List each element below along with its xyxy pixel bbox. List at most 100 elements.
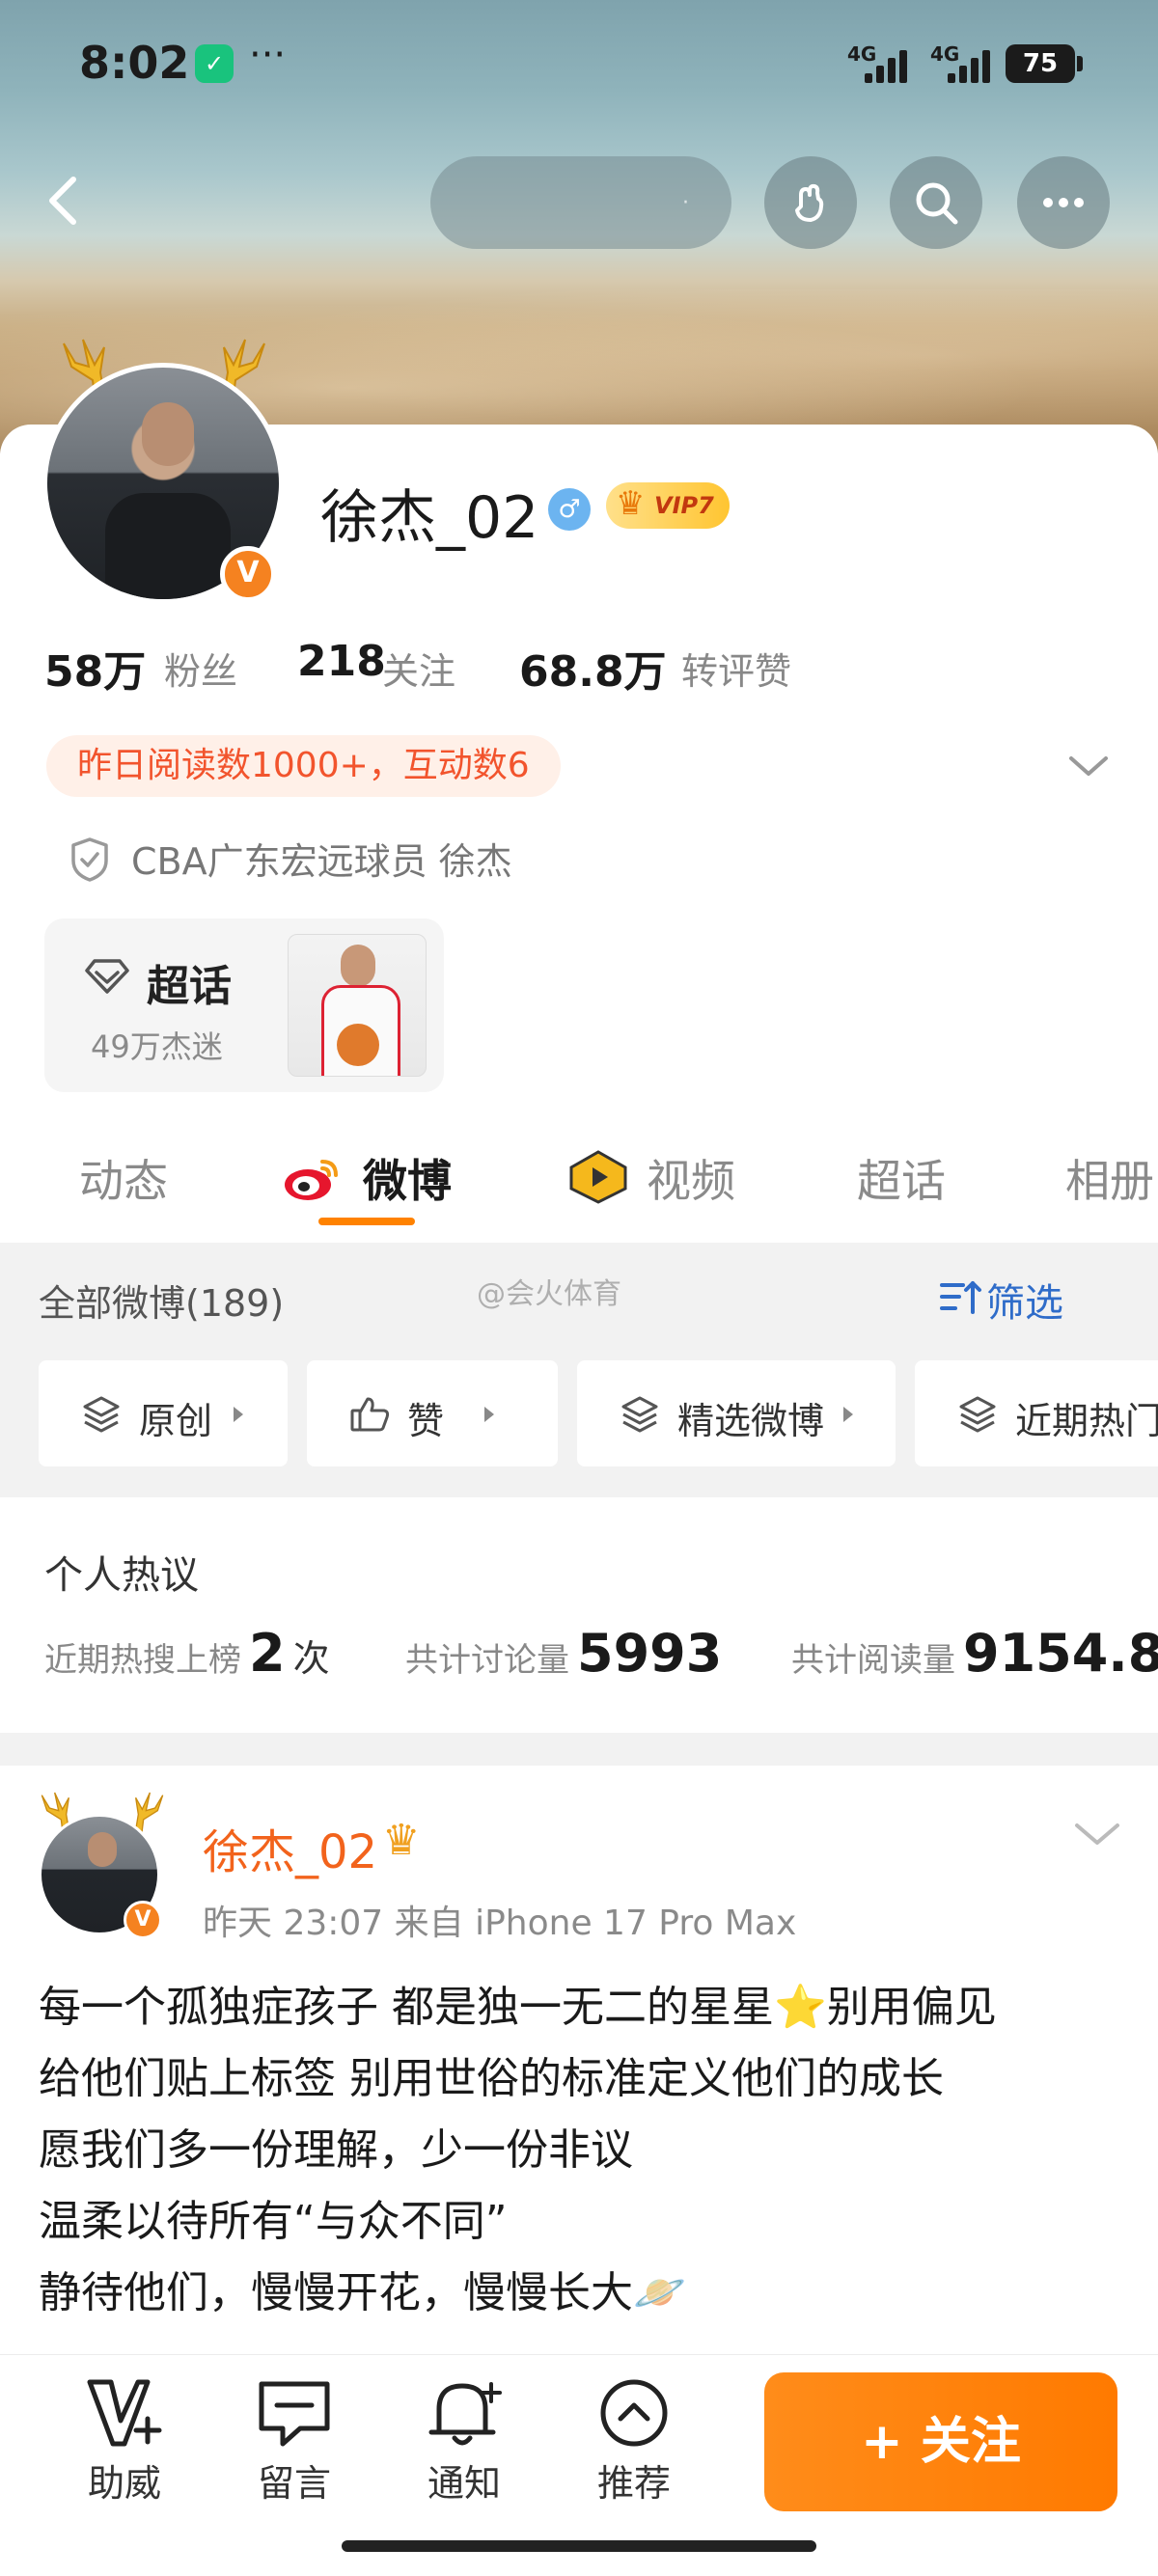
weibo-post[interactable]: V 徐杰_02 ♛ 昨天 23:07 来自 iPhone 17 Pro Max … (0, 1766, 1158, 2354)
post-line: 静待他们，慢慢开花，慢慢长大🪐 (39, 2268, 686, 2317)
supertopic-count: 49万杰迷 (91, 1028, 223, 1065)
filter-label: 筛选 (986, 1281, 1063, 1326)
all-weibo-count: 全部微博(189) (39, 1282, 285, 1325)
notify-label: 通知 (427, 2462, 501, 2505)
notify-button[interactable]: 通知 (401, 2376, 527, 2507)
status-time: 8:02 (79, 37, 190, 89)
search-icon (916, 182, 958, 225)
signal-icon-2 (948, 46, 1000, 83)
message-button[interactable]: 留言 (232, 2376, 357, 2507)
recommend-icon (600, 2379, 668, 2447)
profile-name: 徐杰_02 (320, 484, 539, 552)
tab-supertopic[interactable]: 超话 (857, 1146, 946, 1210)
post-line: 温柔以待所有“与众不同” (39, 2197, 508, 2246)
supertopic-title: 超话 (147, 962, 232, 1011)
tab-video[interactable]: 视频 (647, 1146, 735, 1210)
chip-arrow-icon (484, 1407, 494, 1422)
chip-arrow-icon (843, 1407, 853, 1422)
chip-likes[interactable]: 赞 (307, 1360, 558, 1466)
section-divider (0, 1733, 1158, 1766)
engagement-label: 转评赞 (681, 650, 792, 693)
verification-text: CBA广东宏远球员 徐杰 (131, 840, 512, 883)
weibo-filter-section: 全部微博(189) @会火体育 筛选 原创 赞 精选微博 近期热门 (0, 1243, 1158, 1497)
message-icon (259, 2381, 330, 2447)
chip-label: 原创 (139, 1400, 213, 1442)
post-author-name[interactable]: 徐杰_02 (203, 1814, 377, 1881)
recommend-button[interactable]: 推荐 (571, 2376, 697, 2507)
supertopic-card[interactable]: 超话 49万杰迷 (44, 918, 444, 1092)
filter-icon (940, 1281, 981, 1314)
app-notification-icon: ✓ (195, 44, 234, 83)
tab-weibo[interactable]: 微博 (363, 1146, 452, 1210)
profile-avatar[interactable]: V (39, 318, 290, 608)
back-icon[interactable] (37, 172, 95, 230)
home-indicator (342, 2540, 816, 2552)
watermark-text: @会火体育 (477, 1277, 621, 1311)
following-label[interactable]: 关注 (382, 642, 455, 695)
post-text: 每一个孤独症孩子 都是独一无二的星星⭐别用偏见 给他们贴上标签 别用世俗的标准定… (39, 1972, 1129, 2329)
followers-label[interactable]: 粉丝 (164, 642, 237, 695)
recommend-label: 推荐 (596, 2462, 671, 2505)
chip-recent-hot[interactable]: 近期热门 (915, 1360, 1158, 1466)
male-icon: ♂ (548, 488, 591, 531)
chip-featured[interactable]: 精选微博 (577, 1360, 896, 1466)
chip-original[interactable]: 原创 (39, 1360, 288, 1466)
reading-stats-pill[interactable]: 昨日阅读数1000+，互动数6 (46, 735, 561, 797)
diamond-icon (85, 959, 129, 994)
layers-icon (959, 1396, 996, 1433)
crown-icon: ♛ (382, 1816, 421, 1865)
engagement-count: 68.8万 (519, 647, 667, 697)
supertopic-thumbnail (288, 934, 427, 1077)
tab-feed[interactable]: 动态 (79, 1146, 168, 1210)
chip-label: 精选微博 (677, 1400, 825, 1442)
message-label: 留言 (257, 2462, 331, 2505)
cheer-icon (87, 2379, 162, 2447)
chevron-down-icon[interactable] (1067, 753, 1110, 780)
signal-icon-1 (865, 46, 917, 83)
status-more: ··· (249, 33, 287, 77)
post-line: 每一个孤独症孩子 都是独一无二的星星⭐别用偏见 (39, 1983, 997, 2032)
fan-gift-button[interactable] (764, 156, 857, 249)
personal-hot-section: 个人热议 近期热搜上榜 2 次 共计讨论量 5993 共计阅读量 9154.8 (0, 1497, 1158, 1733)
shield-icon (71, 837, 108, 882)
battery-icon: 75 (1006, 44, 1083, 83)
follow-button[interactable]: + 关注 (764, 2372, 1117, 2511)
search-button[interactable] (890, 156, 982, 249)
search-bar[interactable]: · (430, 156, 731, 249)
status-bar: 8:02 ✓ ··· 4G 4G 75 (0, 29, 1158, 106)
chip-arrow-icon (234, 1407, 243, 1422)
verified-badge-icon: V (124, 1901, 162, 1939)
chevron-down-icon[interactable] (1073, 1820, 1121, 1849)
hot-search-stat[interactable]: 近期热搜上榜 2 次 (44, 1623, 330, 1684)
chip-label: 赞 (407, 1400, 445, 1442)
weibo-logo-icon (285, 1160, 338, 1200)
discussion-stat[interactable]: 共计讨论量 5993 (405, 1623, 730, 1684)
layers-icon (621, 1396, 658, 1433)
thumbs-up-icon (350, 1397, 390, 1432)
tab-album[interactable]: 相册 (1065, 1146, 1154, 1210)
profile-tabs: 动态 微博 视频 超话 相册 (0, 1129, 1158, 1235)
layers-icon (83, 1396, 120, 1433)
more-button[interactable] (1017, 156, 1110, 249)
chip-label: 近期热门 (1015, 1400, 1158, 1442)
post-avatar[interactable]: V (35, 1785, 170, 1939)
top-nav: · (0, 154, 1158, 251)
following-count[interactable]: 218 (297, 637, 386, 686)
filter-button[interactable]: 筛选 (940, 1272, 1063, 1328)
reading-stat[interactable]: 共计阅读量 9154.8 (791, 1623, 1158, 1684)
verified-badge-icon: V (220, 546, 276, 602)
bell-icon (428, 2382, 502, 2446)
cheer-label: 助威 (87, 2462, 161, 2505)
vip-badge[interactable]: VIP7 (606, 480, 730, 529)
hot-title: 个人热议 (44, 1553, 199, 1598)
followers-count[interactable]: 58万 (44, 637, 146, 699)
post-line: 愿我们多一份理解，少一份非议 (39, 2125, 633, 2175)
hand-icon (795, 183, 824, 222)
more-icon (1043, 198, 1084, 207)
cheer-button[interactable]: 助威 (62, 2376, 187, 2507)
post-meta: 昨天 23:07 来自 iPhone 17 Pro Max (203, 1904, 797, 1943)
bottom-action-bar: 助威 留言 通知 推荐 + 关注 (0, 2354, 1158, 2576)
video-logo-icon (569, 1150, 627, 1204)
post-line: 给他们贴上标签 别用世俗的标准定义他们的成长 (39, 2054, 944, 2103)
active-tab-indicator (318, 1218, 415, 1225)
